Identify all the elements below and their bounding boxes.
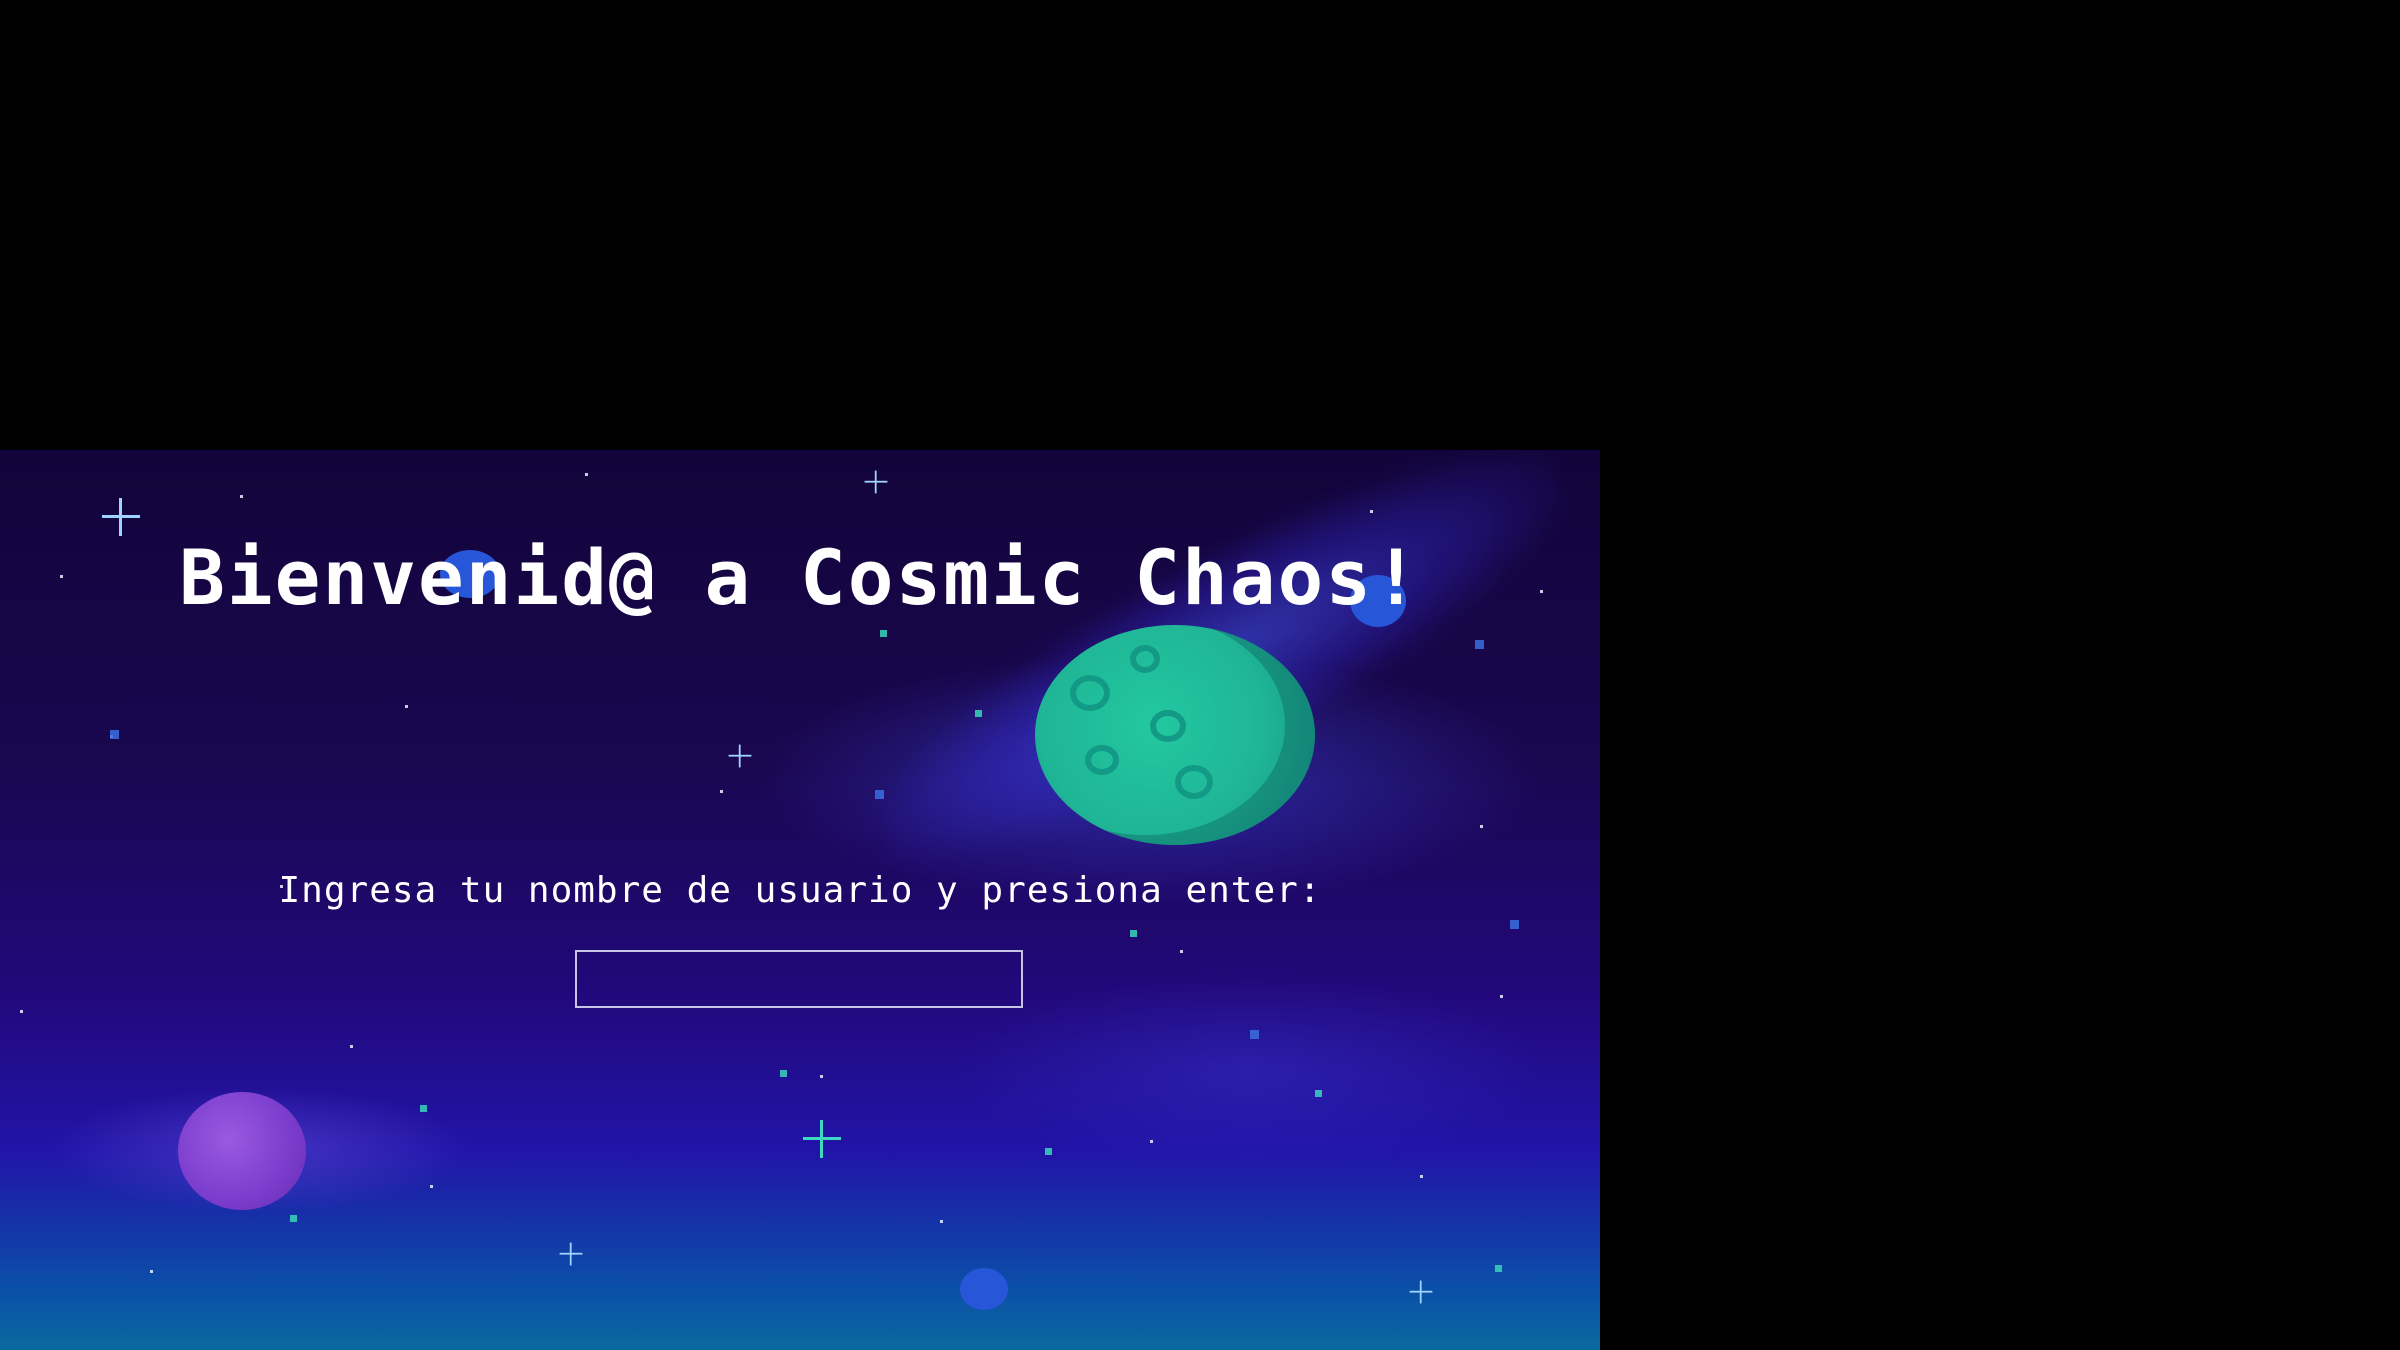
- star: [875, 790, 884, 799]
- username-prompt: Ingresa tu nombre de usuario y presiona …: [278, 870, 1322, 911]
- username-input[interactable]: [575, 950, 1023, 1008]
- star: [1370, 510, 1373, 513]
- star: [1315, 1090, 1322, 1097]
- star: [150, 1270, 153, 1273]
- sparkle-star: [803, 1120, 841, 1158]
- star: [420, 1105, 427, 1112]
- star: [350, 1045, 353, 1048]
- star: [1500, 995, 1503, 998]
- crater: [1130, 645, 1160, 673]
- star: [240, 495, 243, 498]
- star: [1150, 1140, 1153, 1143]
- star: [720, 790, 723, 793]
- star: [405, 705, 408, 708]
- star: [1420, 1175, 1423, 1178]
- star: [880, 630, 887, 637]
- star: [1180, 950, 1183, 953]
- star: [430, 1185, 433, 1188]
- sparkle-star: [559, 1242, 583, 1266]
- crater: [1070, 675, 1110, 711]
- star: [1510, 920, 1519, 929]
- star: [1045, 1148, 1052, 1155]
- crater: [1150, 710, 1186, 742]
- sparkle-star: [1409, 1280, 1433, 1304]
- star: [1130, 930, 1137, 937]
- star: [1475, 640, 1484, 649]
- star: [975, 710, 982, 717]
- star: [20, 1010, 23, 1013]
- star: [780, 1070, 787, 1077]
- star: [110, 730, 119, 739]
- purple-planet-icon: [178, 1092, 306, 1210]
- star: [1250, 1030, 1259, 1039]
- page-title: Bienvenid@ a Cosmic Chaos!: [179, 533, 1421, 622]
- star: [940, 1220, 943, 1223]
- green-planet-icon: [1035, 625, 1315, 845]
- crater: [1085, 745, 1119, 775]
- star: [820, 1075, 823, 1078]
- sparkle-star: [102, 498, 140, 536]
- crater: [1175, 765, 1213, 799]
- sparkle-star: [728, 744, 752, 768]
- star: [585, 473, 588, 476]
- blue-moon: [960, 1268, 1008, 1310]
- sparkle-star: [864, 470, 888, 494]
- star: [1480, 825, 1483, 828]
- star: [1495, 1265, 1502, 1272]
- game-canvas: Bienvenid@ a Cosmic Chaos! Ingresa tu no…: [0, 450, 1600, 1350]
- star: [290, 1215, 297, 1222]
